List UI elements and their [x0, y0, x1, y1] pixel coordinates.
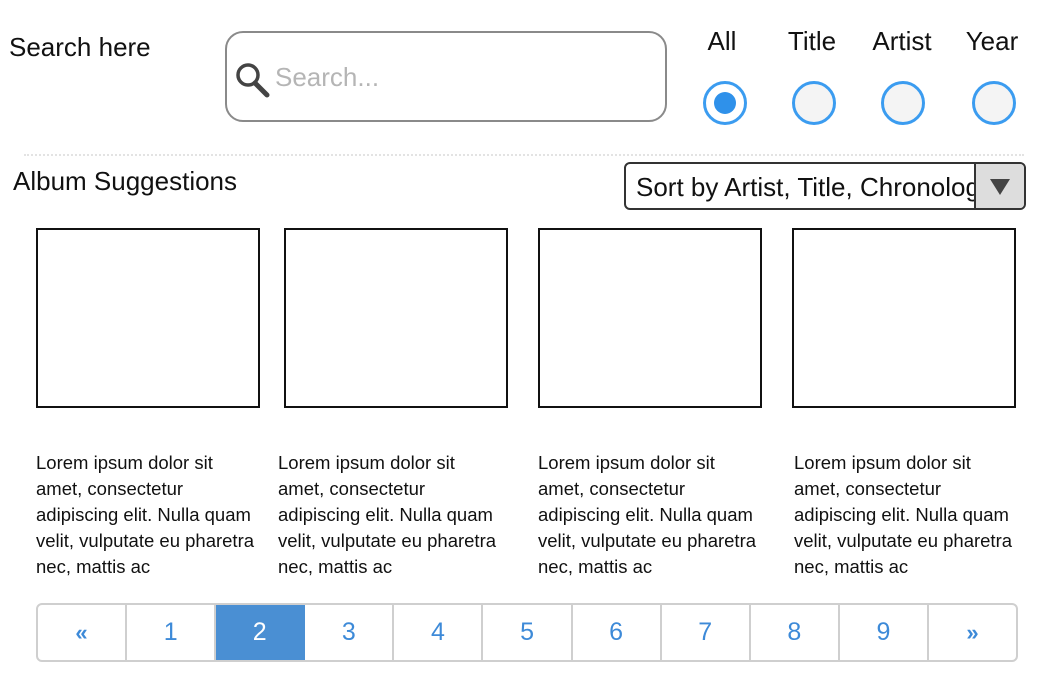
page-button-4[interactable]: 4 — [394, 605, 484, 660]
filter-option-label: All — [707, 26, 737, 56]
album-description: Lorem ipsum dolor sit amet, consectetur … — [538, 452, 757, 577]
album-cover-placeholder[interactable] — [792, 228, 1016, 408]
page-button-9[interactable]: 9 — [840, 605, 929, 660]
page-button-7[interactable]: 7 — [662, 605, 751, 660]
album-description: Lorem ipsum dolor sit amet, consectetur … — [794, 452, 1013, 577]
album-suggestions-title: Album Suggestions — [13, 166, 238, 196]
chevron-down-icon — [990, 179, 1010, 195]
album-card[interactable]: Lorem ipsum dolor sit amet, consectetur … — [792, 228, 1016, 588]
album-card[interactable]: Lorem ipsum dolor sit amet, consectetur … — [36, 228, 260, 588]
pagination-prev-button[interactable]: « — [38, 605, 128, 660]
sort-dropdown[interactable]: Sort by Artist, Title, Chronological — [624, 162, 1026, 210]
radio-selected-dot — [714, 92, 736, 114]
page-button-3[interactable]: 3 — [305, 605, 395, 660]
album-description: Lorem ipsum dolor sit amet, consectetur … — [278, 452, 497, 577]
dropdown-toggle[interactable] — [974, 164, 1024, 208]
page-button-6[interactable]: 6 — [573, 605, 662, 660]
album-cover-placeholder[interactable] — [36, 228, 260, 408]
page-button-8[interactable]: 8 — [751, 605, 840, 660]
pagination: « 1 2 3 4 5 6 7 8 9 » — [36, 603, 1018, 662]
sort-dropdown-value: Sort by Artist, Title, Chronological — [636, 172, 976, 202]
album-cover-placeholder[interactable] — [538, 228, 762, 408]
radio-button-all[interactable] — [703, 81, 747, 125]
filter-radio-group: All Title Artist Year — [690, 26, 1040, 136]
pagination-next-button[interactable]: » — [929, 605, 1016, 660]
filter-option-label: Title — [787, 26, 837, 56]
album-description: Lorem ipsum dolor sit amet, consectetur … — [36, 452, 255, 577]
page-button-5[interactable]: 5 — [483, 605, 573, 660]
search-label: Search here — [9, 32, 151, 62]
search-box[interactable] — [225, 31, 667, 122]
divider — [24, 154, 1024, 156]
page-button-1[interactable]: 1 — [127, 605, 217, 660]
page-button-2-current[interactable]: 2 — [216, 605, 306, 660]
radio-button-title[interactable] — [792, 81, 836, 125]
radio-button-artist[interactable] — [881, 81, 925, 125]
filter-option-label: Year — [965, 26, 1019, 56]
filter-option-year[interactable]: Year — [960, 26, 1044, 136]
search-icon — [235, 61, 271, 99]
album-card[interactable]: Lorem ipsum dolor sit amet, consectetur … — [278, 228, 508, 588]
album-cover-placeholder[interactable] — [284, 228, 508, 408]
radio-button-year[interactable] — [972, 81, 1016, 125]
filter-option-label: Artist — [872, 26, 932, 56]
album-card[interactable]: Lorem ipsum dolor sit amet, consectetur … — [538, 228, 762, 588]
search-input[interactable] — [275, 57, 645, 97]
